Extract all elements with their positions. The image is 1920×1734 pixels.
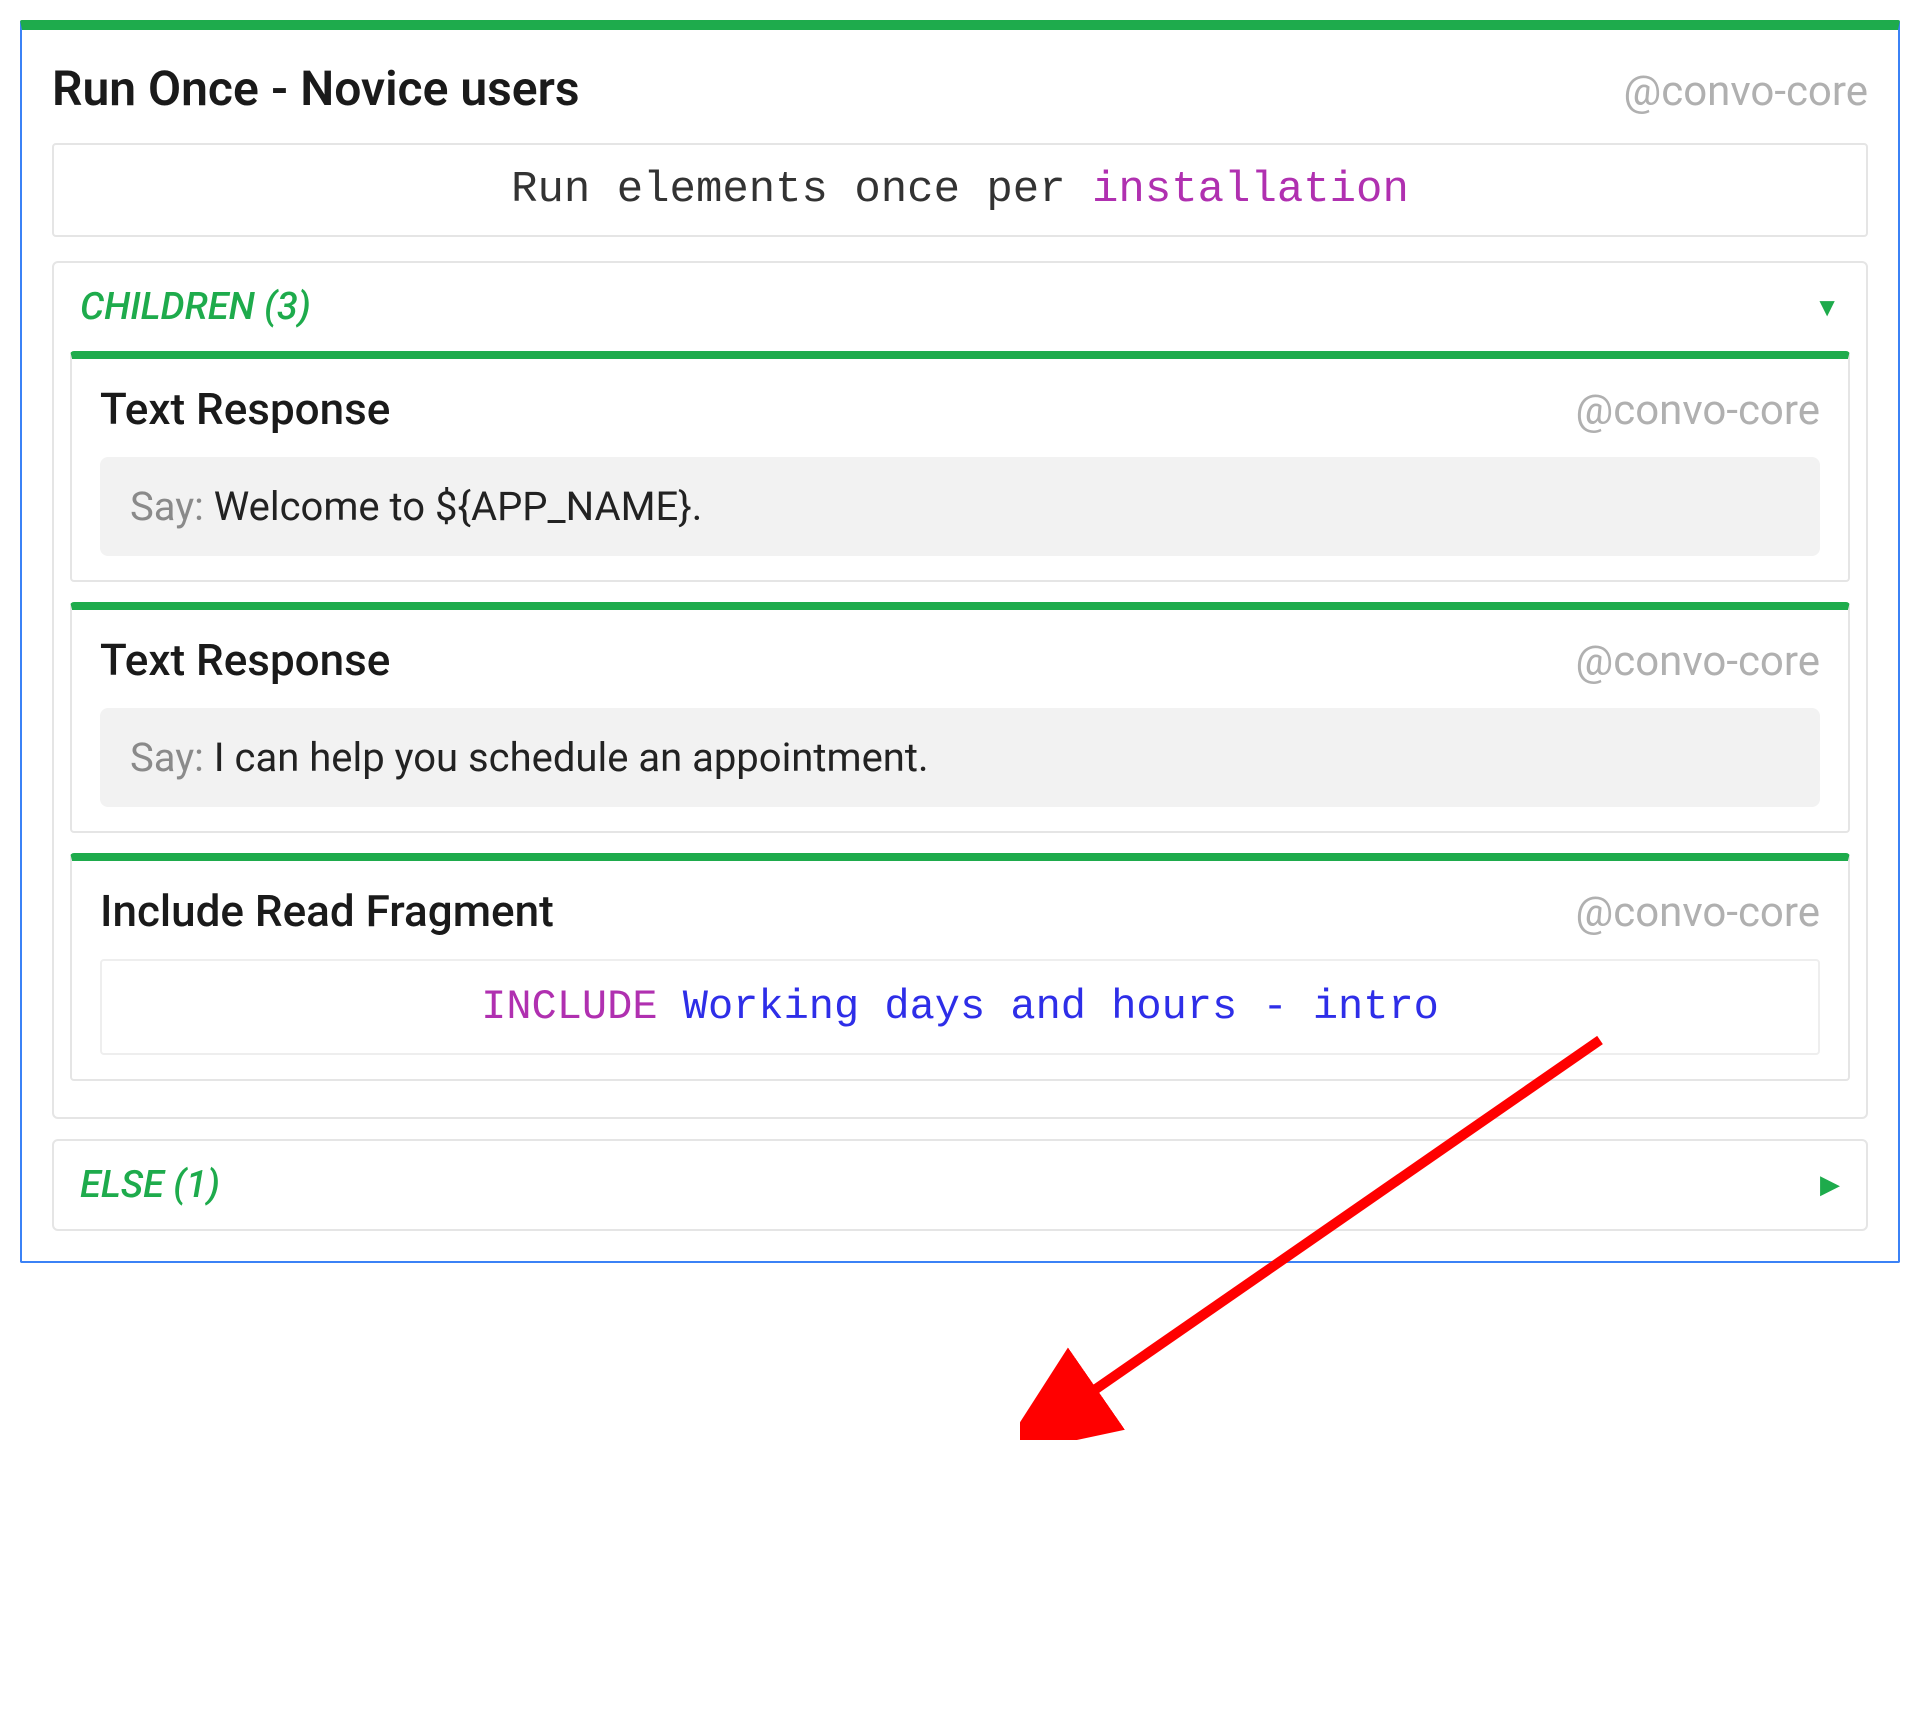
- say-text: Welcome to ${APP_NAME}.: [214, 483, 703, 530]
- card-title: Text Response: [100, 634, 390, 686]
- card-handle: @convo-core: [1576, 386, 1821, 435]
- include-keyword: INCLUDE: [481, 983, 683, 1031]
- chevron-down-icon: ▼: [1814, 292, 1840, 323]
- card-title: Include Read Fragment: [100, 885, 554, 937]
- include-name: Working days and hours - intro: [683, 983, 1439, 1031]
- block-title: Run Once - Novice users: [52, 60, 580, 117]
- card-header: Text Response @convo-core: [100, 383, 1820, 435]
- chevron-right-icon: ▶: [1820, 1170, 1840, 1200]
- include-fragment-card[interactable]: Include Read Fragment @convo-core INCLUD…: [70, 853, 1850, 1081]
- run-prefix: Run elements once per: [511, 165, 1092, 215]
- else-toggle[interactable]: ELSE (1) ▶: [54, 1141, 1866, 1229]
- run-keyword: installation: [1092, 165, 1409, 215]
- else-section: ELSE (1) ▶: [52, 1139, 1868, 1231]
- card-handle: @convo-core: [1576, 637, 1821, 686]
- run-description: Run elements once per installation: [52, 143, 1868, 237]
- block-handle: @convo-core: [1624, 67, 1869, 116]
- children-section: CHILDREN (3) ▼ Text Response @convo-core…: [52, 261, 1868, 1119]
- say-content: Say: I can help you schedule an appointm…: [100, 708, 1820, 807]
- say-text: I can help you schedule an appointment.: [214, 734, 929, 781]
- card-title: Text Response: [100, 383, 390, 435]
- children-label: CHILDREN (3): [80, 285, 311, 329]
- run-once-block[interactable]: Run Once - Novice users @convo-core Run …: [20, 20, 1900, 1263]
- text-response-card[interactable]: Text Response @convo-core Say: I can hel…: [70, 602, 1850, 833]
- block-header: Run Once - Novice users @convo-core: [52, 60, 1868, 117]
- text-response-card[interactable]: Text Response @convo-core Say: Welcome t…: [70, 351, 1850, 582]
- children-toggle[interactable]: CHILDREN (3) ▼: [54, 263, 1866, 351]
- card-header: Include Read Fragment @convo-core: [100, 885, 1820, 937]
- say-prefix: Say:: [130, 734, 214, 781]
- say-content: Say: Welcome to ${APP_NAME}.: [100, 457, 1820, 556]
- else-label: ELSE (1): [80, 1163, 220, 1207]
- say-prefix: Say:: [130, 483, 214, 530]
- card-header: Text Response @convo-core: [100, 634, 1820, 686]
- card-handle: @convo-core: [1576, 888, 1821, 937]
- include-content: INCLUDE Working days and hours - intro: [100, 959, 1820, 1055]
